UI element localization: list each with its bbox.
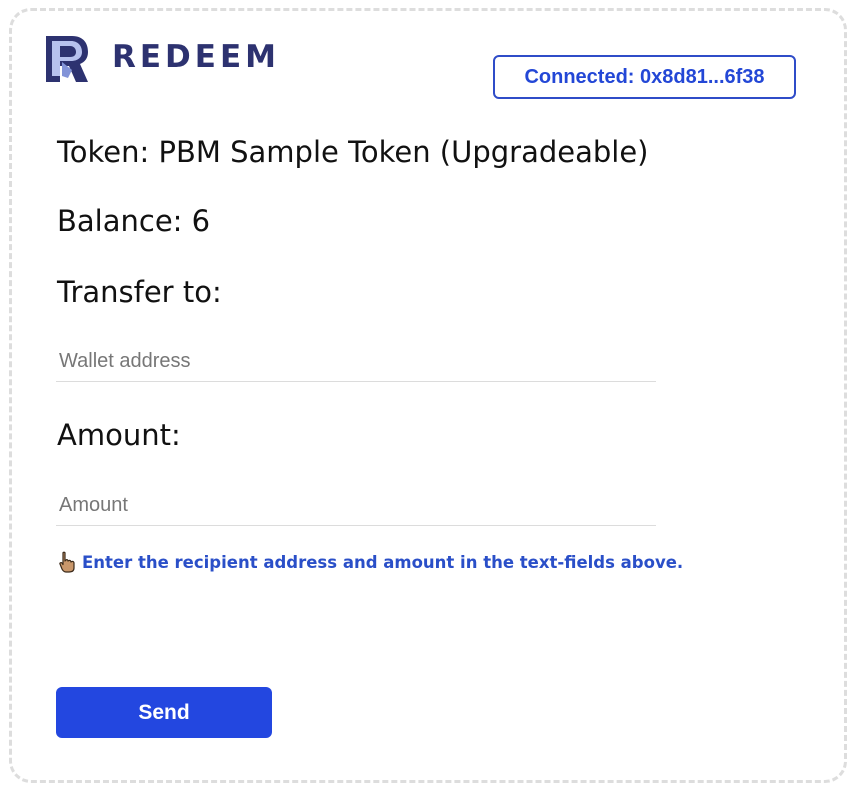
amount-label: Amount:	[57, 418, 181, 452]
connected-wallet-button[interactable]: Connected: 0x8d81...6f38	[493, 55, 796, 99]
transfer-to-label: Transfer to:	[57, 275, 222, 309]
send-button[interactable]: Send	[56, 687, 272, 738]
main-card	[9, 8, 847, 783]
redeem-logo-icon	[46, 36, 88, 82]
app-logo: REDEEM	[42, 32, 280, 86]
pointing-hand-icon	[59, 551, 75, 573]
hint-message: Enter the recipient address and amount i…	[57, 551, 683, 573]
hint-text: Enter the recipient address and amount i…	[82, 552, 684, 572]
balance: Balance: 6	[57, 204, 211, 238]
wallet-address-input[interactable]	[56, 342, 656, 382]
token-name: Token: PBM Sample Token (Upgradeable)	[57, 135, 649, 169]
amount-input[interactable]	[56, 486, 656, 526]
app-name: REDEEM	[112, 38, 280, 75]
